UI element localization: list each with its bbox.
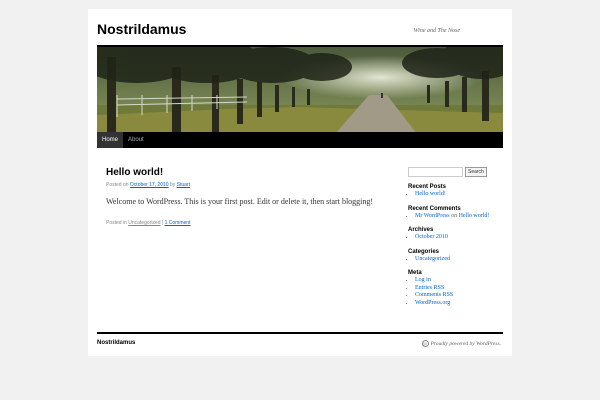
list-item: WordPress.org xyxy=(415,300,500,308)
post-content: Welcome to WordPress. This is your first… xyxy=(106,197,374,206)
post-meta: Posted on October 17, 2010 by Stuart xyxy=(106,182,376,188)
site-title[interactable]: Nostrildamus xyxy=(97,21,186,37)
list-item: Comments RSS xyxy=(415,292,500,300)
post-footer: Posted in Uncategorized | 1 Comment xyxy=(106,220,376,226)
category-link[interactable]: Uncategorized xyxy=(415,256,450,262)
post-title[interactable]: Hello world! xyxy=(106,167,376,178)
site-description: Wine and The Nose xyxy=(413,28,461,34)
search-form: Search xyxy=(408,167,500,177)
widget-archives: Archives October 2010 xyxy=(408,227,500,242)
widget-title: Archives xyxy=(408,227,434,233)
post-meta-by: by xyxy=(169,182,176,188)
archive-link[interactable]: October 2010 xyxy=(415,234,448,240)
list-item: Hello world! xyxy=(415,191,500,199)
comment-author-link[interactable]: Mr WordPress xyxy=(415,213,450,219)
widget-title: Categories xyxy=(408,248,440,255)
post-category-link[interactable]: Uncategorized xyxy=(128,220,160,226)
comment-on-text: on xyxy=(451,212,458,219)
footer-powered-link[interactable]: Proudly powered by WordPress. xyxy=(431,341,501,347)
widget-title: Recent Comments xyxy=(408,205,461,212)
wordpress-icon: W xyxy=(421,340,429,347)
footer-credit: W Proudly powered by WordPress. xyxy=(421,340,501,347)
widget-recent-posts: Recent Posts Hello world! xyxy=(408,184,500,199)
widget-title: Recent Posts xyxy=(408,184,447,190)
list-item: Mr WordPress on Hello world! xyxy=(415,213,500,221)
search-input[interactable] xyxy=(408,167,463,177)
post-meta-posted-on: Posted on xyxy=(106,182,129,188)
widget-title: Meta xyxy=(408,270,422,276)
meta-login-link[interactable]: Log in xyxy=(415,277,431,283)
post-posted-in: Posted in xyxy=(106,220,127,226)
nav-item-home[interactable]: Home xyxy=(97,132,124,148)
nav-item-about[interactable]: About xyxy=(123,132,149,148)
list-item: Uncategorized xyxy=(415,256,500,264)
recent-post-link[interactable]: Hello world! xyxy=(415,191,446,197)
widget-meta: Meta Log in Entries RSS Comments RSS Wor… xyxy=(408,270,500,307)
sidebar: Search Recent Posts Hello world! Recent … xyxy=(408,167,500,307)
post-footer-separator: | xyxy=(161,220,164,226)
list-item: Log in xyxy=(415,277,500,285)
widget-categories: Categories Uncategorized xyxy=(408,249,500,264)
meta-wordpress-link[interactable]: WordPress.org xyxy=(415,300,450,306)
widget-recent-comments: Recent Comments Mr WordPress on Hello wo… xyxy=(408,206,500,221)
meta-entries-rss-link[interactable]: Entries RSS xyxy=(415,285,444,291)
post-date-link[interactable]: October 17, 2010 xyxy=(130,182,169,188)
post-author-link[interactable]: Stuart xyxy=(177,182,190,188)
list-item: October 2010 xyxy=(415,234,500,242)
main-nav: Home About xyxy=(97,132,503,148)
main-content: Hello world! Posted on October 17, 2010 … xyxy=(106,167,376,226)
footer-site-name[interactable]: Nostrildamus xyxy=(97,340,135,346)
meta-comments-rss-link[interactable]: Comments RSS xyxy=(415,292,453,298)
list-item: Entries RSS xyxy=(415,285,500,293)
post-comments-link[interactable]: 1 Comment xyxy=(165,220,191,226)
page-container: Nostrildamus Wine and The Nose Home Abou… xyxy=(88,9,512,356)
footer-divider xyxy=(97,332,503,334)
header-image xyxy=(97,45,503,132)
search-button[interactable]: Search xyxy=(465,167,487,177)
comment-post-link[interactable]: Hello world! xyxy=(459,213,490,219)
